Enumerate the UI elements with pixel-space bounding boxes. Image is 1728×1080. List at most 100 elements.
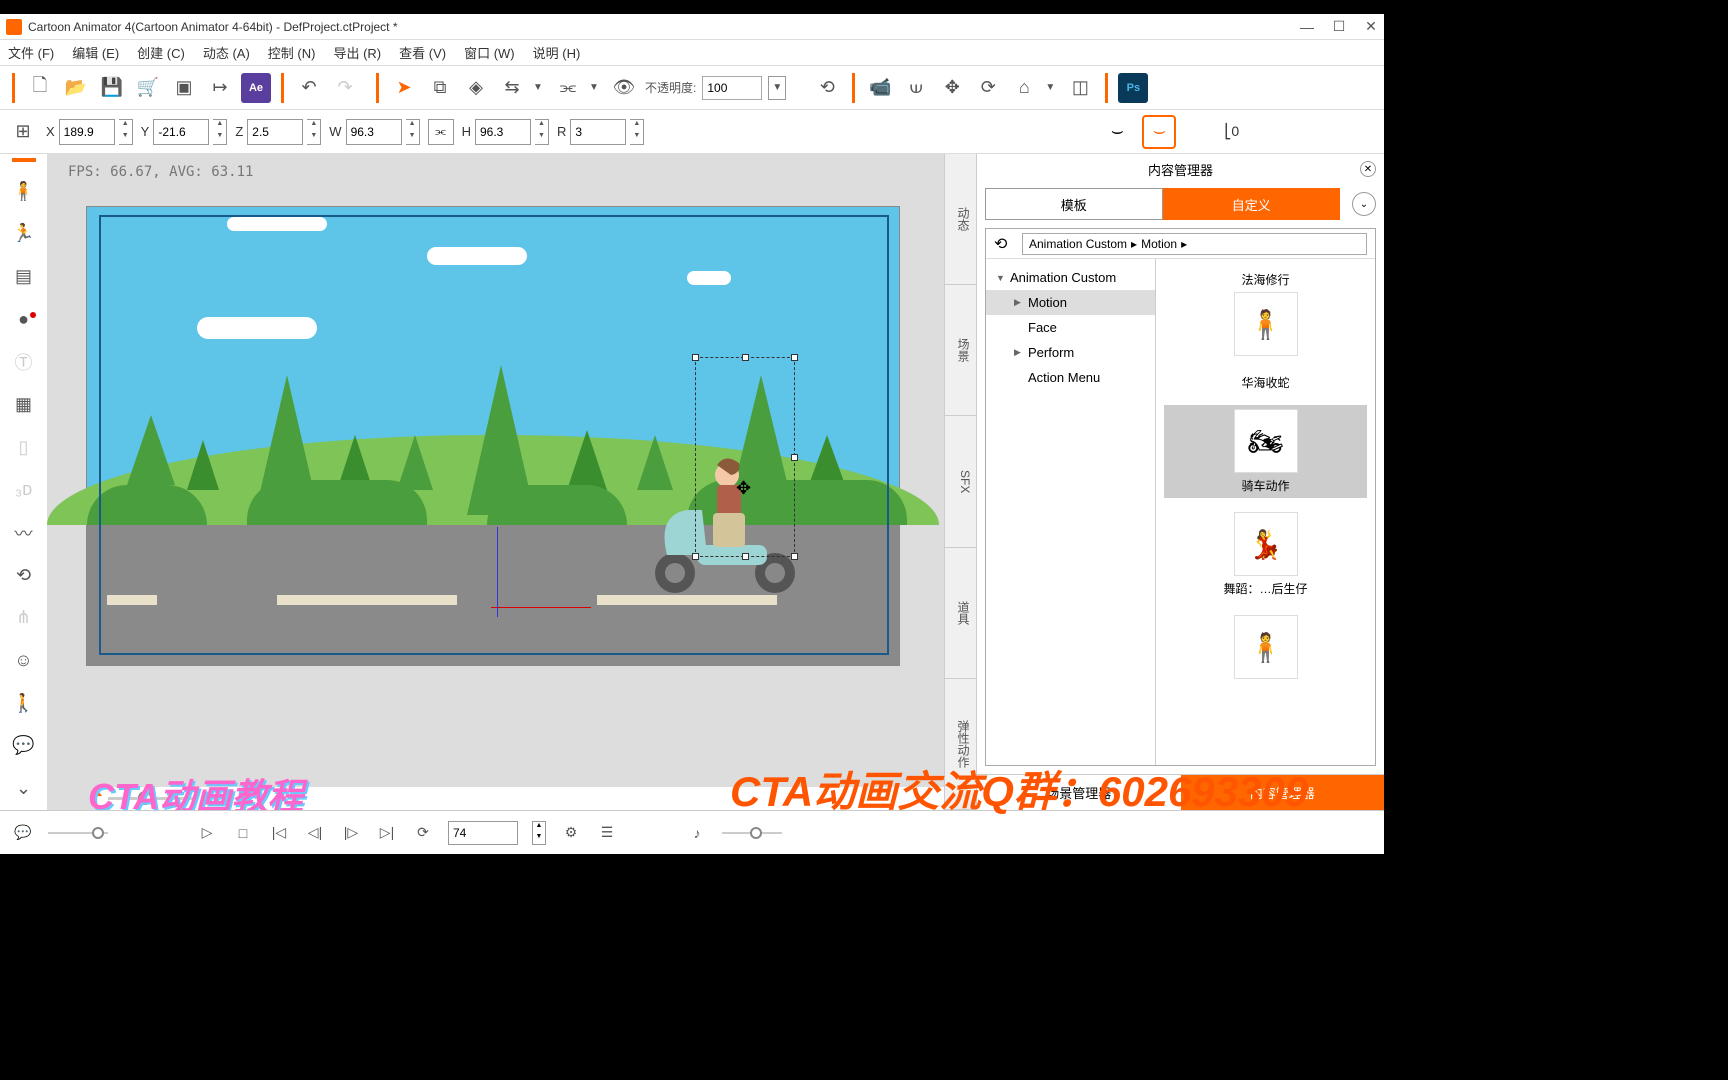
w-input[interactable] — [346, 119, 402, 145]
expand-icon[interactable]: ⌄ — [1352, 192, 1376, 216]
chat-icon[interactable]: 💬 — [12, 822, 34, 844]
close-panel-icon[interactable]: ✕ — [1360, 161, 1376, 177]
menu-export[interactable]: 导出 (R) — [333, 43, 381, 62]
record-tool-icon[interactable]: ● — [10, 306, 38, 333]
copy-icon[interactable]: ⧉ — [425, 73, 455, 103]
link-icon[interactable]: ⫘ — [553, 73, 583, 103]
columns-icon[interactable]: ◫ — [1065, 73, 1095, 103]
camera-icon[interactable]: 📹 — [865, 73, 895, 103]
audio-slider[interactable] — [48, 832, 108, 834]
open-file-icon[interactable]: 📂 — [61, 73, 91, 103]
thumb-item[interactable]: 法海修行 🧍 — [1164, 267, 1367, 360]
step-fwd-icon[interactable]: |▷ — [340, 822, 362, 844]
flip-tool-icon[interactable]: ⟲ — [10, 562, 38, 589]
tab-custom[interactable]: 自定义 — [1163, 188, 1341, 220]
list-icon[interactable]: ☰ — [596, 822, 618, 844]
selection-box[interactable]: ✥ — [695, 357, 795, 557]
next-frame-icon[interactable]: ▷| — [376, 822, 398, 844]
redo-icon[interactable]: ↷ — [330, 73, 360, 103]
dropdown-icon[interactable]: ▼ — [1045, 82, 1059, 93]
z-spinner[interactable]: ▲▼ — [307, 119, 321, 145]
breadcrumb-2[interactable]: Motion — [1141, 237, 1177, 251]
eye-icon[interactable]: 👁 — [609, 73, 639, 103]
opacity-input[interactable] — [702, 76, 762, 100]
thumb-item[interactable]: 💃 舞蹈：…后生仔 — [1164, 508, 1367, 601]
y-input[interactable] — [153, 119, 209, 145]
home-icon[interactable]: ⌂ — [1009, 73, 1039, 103]
export-video-icon[interactable]: ↦ — [205, 73, 235, 103]
tree-perform[interactable]: ▶Perform — [986, 340, 1155, 365]
dropdown-icon[interactable]: ▼ — [768, 76, 786, 100]
menu-view[interactable]: 查看 (V) — [399, 43, 446, 62]
x-input[interactable] — [59, 119, 115, 145]
bone-tool-icon[interactable]: ⋔ — [10, 605, 38, 632]
3d-tool-icon[interactable]: ₃ᴅ — [10, 477, 38, 504]
render-icon[interactable]: ▣ — [169, 73, 199, 103]
menu-control[interactable]: 控制 (N) — [268, 43, 316, 62]
prev-frame-icon[interactable]: |◁ — [268, 822, 290, 844]
save-file-icon[interactable]: 💾 — [97, 73, 127, 103]
vtab-scene[interactable]: 场景 — [945, 285, 976, 416]
axis-indicator[interactable]: ⎣0 — [1224, 123, 1239, 140]
menu-file[interactable]: 文件 (F) — [8, 43, 54, 62]
paint-icon[interactable]: ◈ — [461, 73, 491, 103]
expand-tools-icon[interactable]: ⌄ — [10, 775, 38, 802]
camera-tool-icon[interactable]: ▯ — [10, 434, 38, 461]
frame-spinner[interactable]: ▲▼ — [532, 821, 546, 845]
settings-icon[interactable]: ⚙ — [560, 822, 582, 844]
stage[interactable]: ✥ — [86, 206, 900, 666]
move-icon[interactable]: ✥ — [937, 73, 967, 103]
rotate-tool-icon[interactable]: ⟳ — [973, 73, 1003, 103]
minimize-button[interactable]: — — [1300, 20, 1314, 34]
r-input[interactable] — [570, 119, 626, 145]
breadcrumb-1[interactable]: Animation Custom — [1029, 237, 1127, 251]
tree-action-menu[interactable]: Action Menu — [986, 365, 1155, 390]
cart-icon[interactable]: 🛒 — [133, 73, 163, 103]
tab-template[interactable]: 模板 — [985, 188, 1163, 220]
tree-root[interactable]: ▼Animation Custom — [986, 265, 1155, 290]
undo-icon[interactable]: ↶ — [294, 73, 324, 103]
dropdown-icon[interactable]: ▼ — [589, 82, 603, 93]
link-wh-button[interactable]: ⫘ — [428, 119, 454, 145]
z-input[interactable] — [247, 119, 303, 145]
breadcrumb[interactable]: Animation Custom ▸ Motion ▸ — [1022, 233, 1367, 255]
talk-tool-icon[interactable]: 💬 — [10, 733, 38, 760]
face-mode-2[interactable]: ⌣ — [1142, 115, 1176, 149]
new-file-icon[interactable]: 🗋 — [25, 73, 55, 103]
back-icon[interactable]: ⟲ — [994, 234, 1014, 254]
menu-help[interactable]: 说明 (H) — [533, 43, 581, 62]
tree-motion[interactable]: ▶Motion — [986, 290, 1155, 315]
character-tool-icon[interactable]: 🧍 — [10, 178, 38, 205]
menu-create[interactable]: 创建 (C) — [137, 43, 185, 62]
w-spinner[interactable]: ▲▼ — [406, 119, 420, 145]
thumb-item[interactable]: 🏍 骑车动作 — [1164, 405, 1367, 498]
walk-tool-icon[interactable]: 🚶 — [10, 690, 38, 717]
stop-icon[interactable]: □ — [232, 822, 254, 844]
vtab-sfx[interactable]: SFX — [945, 416, 976, 547]
tree-face[interactable]: Face — [986, 315, 1155, 340]
h-spinner[interactable]: ▲▼ — [535, 119, 549, 145]
vtab-props[interactable]: 道具 — [945, 548, 976, 679]
ae-export-button[interactable]: Ae — [241, 73, 271, 103]
frame-input[interactable] — [448, 821, 518, 845]
head-tool-icon[interactable]: ☺ — [10, 647, 38, 674]
maximize-button[interactable]: ☐ — [1332, 20, 1346, 34]
r-spinner[interactable]: ▲▼ — [630, 119, 644, 145]
menu-animate[interactable]: 动态 (A) — [203, 43, 250, 62]
grid-icon[interactable]: ⊞ — [8, 117, 38, 147]
pointer-icon[interactable]: ➤ — [389, 73, 419, 103]
step-back-icon[interactable]: ◁| — [304, 822, 326, 844]
y-spinner[interactable]: ▲▼ — [213, 119, 227, 145]
thumb-item[interactable]: 🧍 — [1164, 611, 1367, 683]
motion-tool-icon[interactable]: 〰 — [10, 519, 38, 546]
dropdown-icon[interactable]: ▼ — [533, 82, 547, 93]
text-tool-icon[interactable]: Ⓣ — [10, 349, 38, 376]
loop-icon[interactable]: ⟳ — [412, 822, 434, 844]
media-tool-icon[interactable]: ▦ — [10, 391, 38, 418]
play-icon[interactable]: ▷ — [196, 822, 218, 844]
close-button[interactable]: ✕ — [1364, 20, 1378, 34]
canvas-viewport[interactable]: FPS: 66.67, AVG: 63.11 — [48, 154, 944, 810]
menu-window[interactable]: 窗口 (W) — [464, 43, 515, 62]
flip-h-icon[interactable]: ⇆ — [497, 73, 527, 103]
ps-export-button[interactable]: Ps — [1118, 73, 1148, 103]
